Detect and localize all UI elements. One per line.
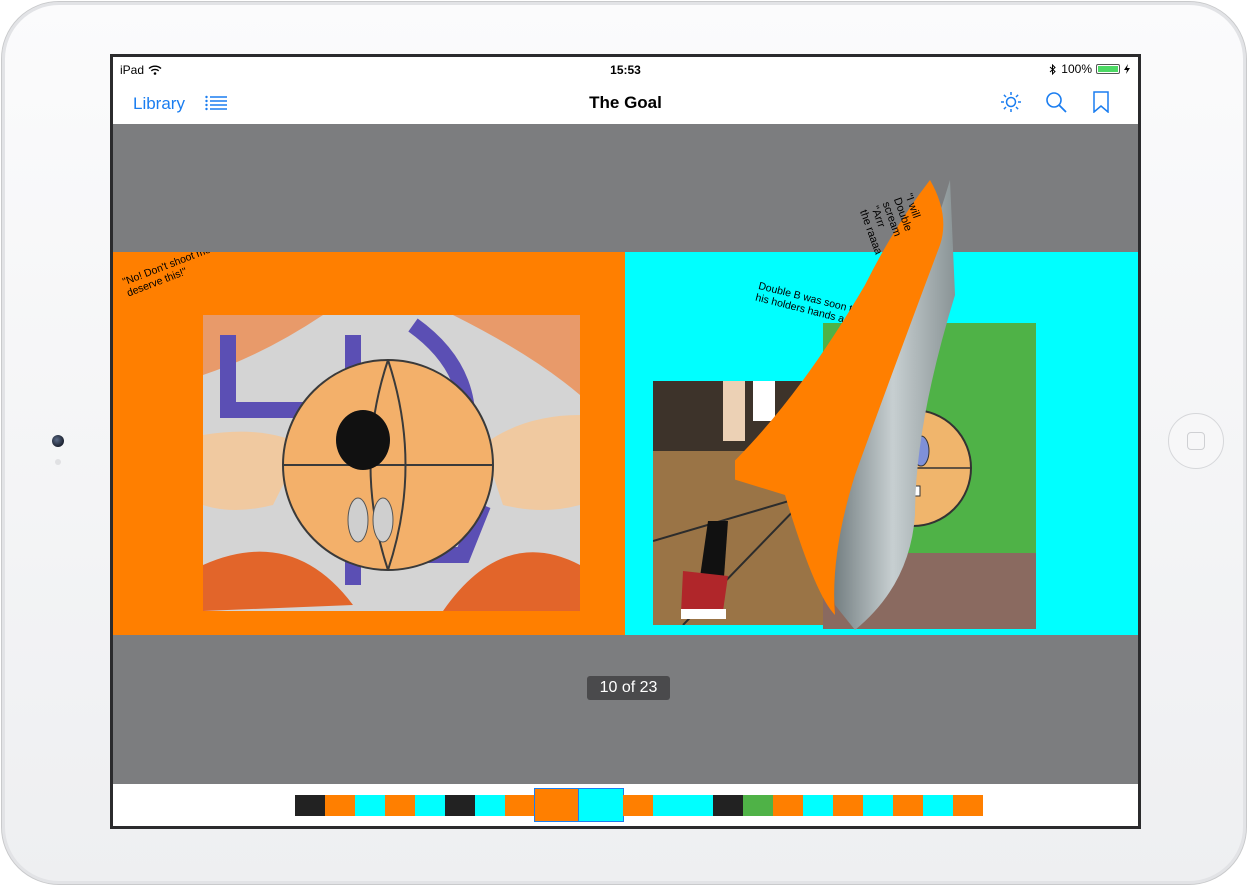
brightness-icon[interactable] [1000, 91, 1022, 113]
search-icon[interactable] [1045, 91, 1067, 113]
bluetooth-icon [1049, 63, 1057, 75]
page-thumbnail[interactable] [803, 795, 833, 816]
page-thumbnail[interactable] [743, 795, 773, 816]
left-page[interactable]: "No! Don't shoot me! I don't deserve thi… [113, 252, 625, 635]
status-right: 100% [1049, 62, 1130, 76]
page-thumbnail[interactable] [623, 795, 653, 816]
page-thumbnail[interactable] [683, 795, 713, 816]
book-title: The Goal [589, 93, 662, 112]
basketball-drawing-left [203, 315, 580, 611]
page-thumbnail[interactable] [475, 795, 505, 816]
page-thumbnail[interactable] [713, 795, 743, 816]
thumbnail-list [295, 788, 983, 822]
charging-icon [1124, 64, 1130, 74]
page-thumbnail[interactable] [355, 795, 385, 816]
list-icon[interactable] [205, 95, 227, 111]
battery-icon [1096, 64, 1120, 74]
page-thumbnail[interactable] [893, 795, 923, 816]
status-bar: iPad 15:53 100% [113, 57, 1138, 83]
page-thumbnail[interactable] [415, 795, 445, 816]
page-thumbnail[interactable] [923, 795, 953, 816]
page-thumbnail[interactable] [295, 795, 325, 816]
page-thumbnail[interactable] [833, 795, 863, 816]
page-curl: "I will Double scream "Arrr the raaaa [735, 180, 955, 630]
bookmark-icon[interactable] [1093, 91, 1109, 113]
page-thumbnail[interactable] [773, 795, 803, 816]
home-button[interactable] [1168, 413, 1224, 469]
page-thumbnail[interactable] [653, 795, 683, 816]
page-thumbnail-current-left[interactable] [534, 788, 580, 822]
library-button[interactable]: Library [133, 94, 185, 114]
page-thumbnail[interactable] [505, 795, 535, 816]
screen: iPad 15:53 100% Library The Goal "No! Do… [110, 54, 1141, 829]
page-thumbnail[interactable] [953, 795, 983, 816]
page-thumbnail-current-right[interactable] [578, 788, 624, 822]
thumbnail-scrubber[interactable] [113, 784, 1138, 826]
status-time: 15:53 [610, 63, 641, 77]
page-thumbnail[interactable] [445, 795, 475, 816]
page-thumbnail[interactable] [385, 795, 415, 816]
page-thumbnail[interactable] [325, 795, 355, 816]
page-counter: 10 of 23 [587, 676, 670, 700]
left-page-text: "No! Don't shoot me! I don't deserve thi… [121, 252, 221, 300]
page-thumbnail[interactable] [863, 795, 893, 816]
nav-bar: Library The Goal [113, 83, 1138, 125]
front-camera [52, 435, 64, 447]
battery-percent: 100% [1061, 62, 1092, 76]
ambient-sensor [55, 459, 61, 465]
home-button-icon [1187, 432, 1205, 450]
drawing-illustration [203, 315, 580, 611]
